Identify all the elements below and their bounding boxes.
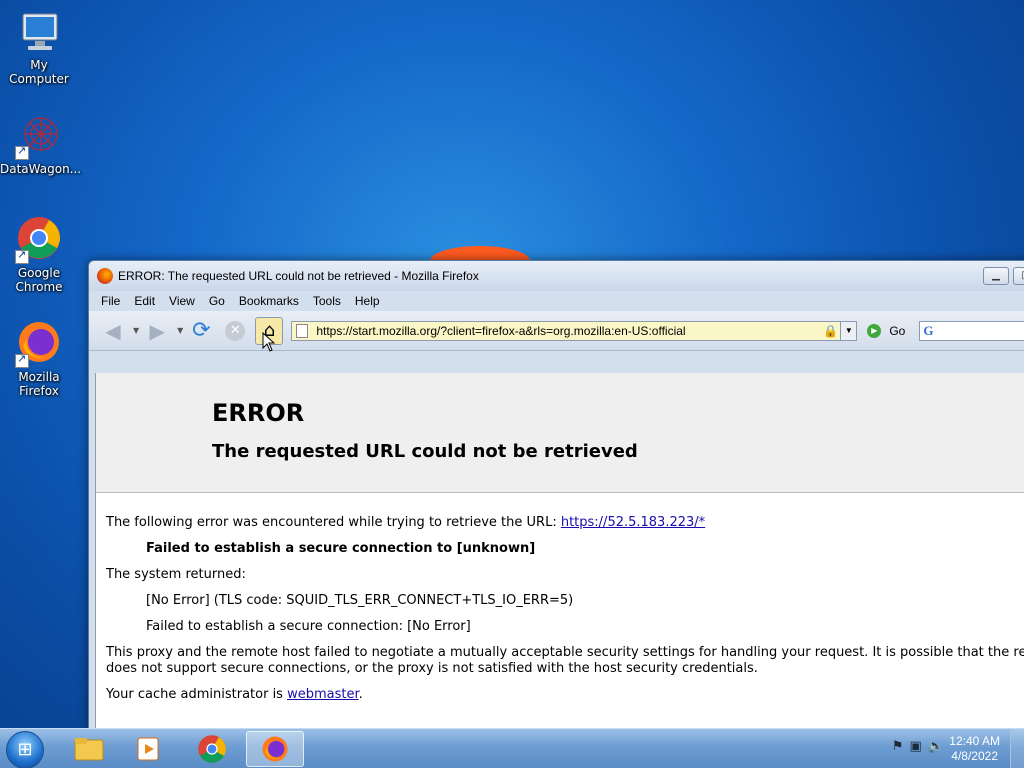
window-title: ERROR: The requested URL could not be re… — [118, 269, 479, 283]
admin-suffix: . — [358, 687, 363, 702]
desktop-icon-my-computer[interactable]: My Computer — [0, 8, 78, 86]
page-content: ERROR The requested URL could not be ret… — [95, 373, 1024, 729]
menu-edit[interactable]: Edit — [134, 294, 155, 308]
error-body: The following error was encountered whil… — [96, 493, 1024, 703]
system-returned-label: The system returned: — [106, 567, 246, 582]
error-intro-text: The following error was encountered whil… — [106, 515, 561, 530]
folder-icon — [74, 738, 104, 761]
back-button[interactable]: ◀ — [99, 317, 127, 345]
action-center-flag-icon[interactable]: ⚑ — [892, 739, 904, 754]
datawagon-icon — [15, 112, 63, 160]
media-player-icon — [137, 737, 159, 761]
computer-icon — [15, 8, 63, 56]
mouse-cursor-icon — [262, 332, 276, 352]
firefox-icon — [262, 736, 288, 762]
menu-tools[interactable]: Tools — [313, 294, 341, 308]
admin-prefix: Your cache administrator is — [106, 687, 288, 702]
error-failed-message: Failed to establish a secure connection … — [146, 541, 536, 556]
stop-button[interactable]: ✕ — [221, 317, 249, 345]
window-titlebar[interactable]: ERROR: The requested URL could not be re… — [89, 261, 1024, 291]
volume-icon[interactable]: 🔈 — [928, 739, 944, 754]
menu-view[interactable]: View — [169, 294, 195, 308]
maximize-button[interactable]: □ — [1013, 267, 1024, 285]
desktop-icon-label: Google Chrome — [15, 266, 63, 294]
google-search-icon: G — [923, 322, 934, 338]
failed-connection-message: Failed to establish a secure connection:… — [146, 619, 471, 634]
desktop-icon-google-chrome[interactable]: Google Chrome — [0, 216, 78, 294]
shortcut-arrow-icon — [15, 144, 29, 160]
error-url-link[interactable]: https://52.5.183.223/* — [561, 515, 705, 530]
page-icon — [296, 323, 309, 338]
search-input[interactable]: G — [919, 320, 1024, 341]
show-desktop-button[interactable] — [1010, 729, 1024, 768]
url-history-dropdown[interactable]: ▼ — [840, 321, 857, 340]
clock-time: 12:40 AM — [949, 734, 1000, 748]
taskbar-firefox[interactable] — [246, 731, 304, 767]
taskbar-media-player[interactable] — [120, 731, 178, 767]
webmaster-link[interactable]: webmaster — [287, 687, 359, 702]
windows-logo-icon: ⊞ — [17, 739, 33, 760]
desktop-icon-label: DataWagon... — [0, 162, 82, 176]
menu-bookmarks[interactable]: Bookmarks — [239, 294, 299, 308]
error-intro: The following error was encountered whil… — [106, 515, 1024, 531]
stop-icon: ✕ — [225, 320, 246, 341]
network-icon[interactable]: ▣ — [910, 739, 922, 754]
desktop-icon-label: My Computer — [9, 58, 69, 86]
go-arrow-icon: ▶ — [867, 323, 882, 338]
forward-history-dropdown[interactable]: ▼ — [177, 326, 183, 335]
navigation-toolbar: ◀ ▼ ▶ ▼ ⟳ ✕ ⌂ https://start.mozilla.org/… — [89, 311, 1024, 351]
explanation-line-2: does not support secure connections, or … — [106, 661, 758, 676]
taskbar: ⊞ ⚑ ▣ 🔈 12:40 AM 4/8/2022 — [0, 728, 1024, 768]
chrome-icon — [15, 216, 63, 264]
minimize-button[interactable]: ▁ — [983, 267, 1009, 285]
menu-bar: File Edit View Go Bookmarks Tools Help — [89, 291, 1024, 311]
firefox-icon — [97, 268, 113, 284]
chrome-icon — [198, 735, 226, 763]
shortcut-arrow-icon — [15, 352, 29, 368]
error-subtitle: The requested URL could not be retrieved — [212, 441, 638, 462]
shortcut-arrow-icon — [15, 248, 29, 264]
taskbar-explorer[interactable] — [60, 731, 118, 767]
explanation-line-1: This proxy and the remote host failed to… — [106, 645, 1024, 660]
menu-go[interactable]: Go — [209, 294, 225, 308]
desktop-icon-label: Mozilla Firefox — [18, 370, 60, 398]
go-label: Go — [889, 323, 906, 338]
go-button[interactable]: ▶ Go — [867, 323, 906, 338]
menu-help[interactable]: Help — [355, 294, 380, 308]
error-title: ERROR — [212, 399, 305, 427]
clock-date: 4/8/2022 — [951, 749, 998, 763]
back-history-dropdown[interactable]: ▼ — [133, 326, 139, 335]
forward-arrow-icon: ▶ — [149, 318, 165, 343]
start-button[interactable]: ⊞ — [6, 731, 44, 768]
forward-button[interactable]: ▶ — [143, 317, 171, 345]
url-bar[interactable]: https://start.mozilla.org/?client=firefo… — [291, 320, 858, 341]
reload-icon: ⟳ — [192, 318, 211, 343]
desktop-icon-mozilla-firefox[interactable]: Mozilla Firefox — [0, 320, 78, 398]
admin-line: Your cache administrator is webmaster. — [106, 687, 1024, 703]
menu-file[interactable]: File — [101, 294, 120, 308]
system-tray: ⚑ ▣ 🔈 — [892, 739, 944, 754]
error-header: ERROR The requested URL could not be ret… — [96, 373, 1024, 493]
url-text[interactable]: https://start.mozilla.org/?client=firefo… — [316, 324, 823, 338]
firefox-icon — [15, 320, 63, 368]
back-arrow-icon: ◀ — [105, 318, 121, 343]
desktop-icon-datawagon[interactable]: DataWagon... — [0, 112, 82, 176]
tls-code-message: [No Error] (TLS code: SQUID_TLS_ERR_CONN… — [146, 593, 574, 608]
taskbar-clock[interactable]: 12:40 AM 4/8/2022 — [949, 734, 1000, 764]
reload-button[interactable]: ⟳ — [187, 317, 215, 345]
taskbar-chrome[interactable] — [183, 731, 241, 767]
firefox-window[interactable]: ERROR: The requested URL could not be re… — [88, 260, 1024, 730]
lock-icon[interactable]: 🔒 — [823, 324, 838, 338]
